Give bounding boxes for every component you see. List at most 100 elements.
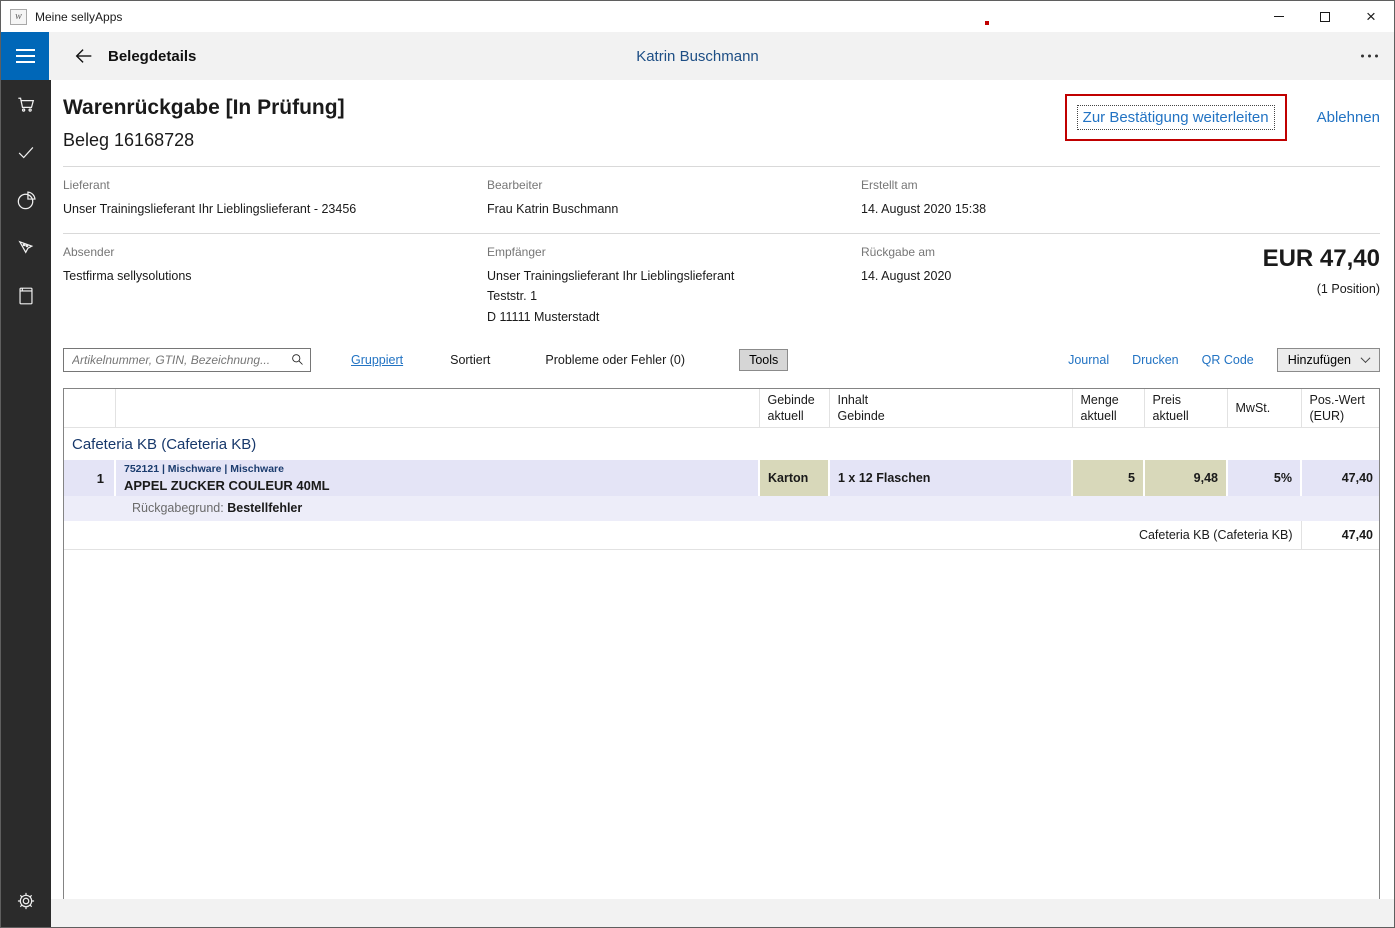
total-amount: EUR 47,40	[1263, 245, 1380, 273]
header-wert: Pos.-Wert (EUR)	[1301, 389, 1380, 428]
header-pos	[64, 389, 115, 428]
annotation-red-dot	[985, 21, 989, 25]
grouped-toggle[interactable]: Gruppiert	[351, 353, 403, 367]
back-button[interactable]	[73, 45, 95, 67]
sidebar-item-orders[interactable]	[1, 80, 51, 128]
document-info: Lieferant Unser Trainingslieferant Ihr L…	[63, 167, 1380, 341]
forward-for-confirmation-link[interactable]: Zur Bestätigung weiterleiten	[1077, 105, 1275, 130]
table-header-row: Gebinde aktuell Inhalt Gebinde Menge akt…	[64, 389, 1380, 428]
info-row-2: Absender Testfirma sellysolutions Empfän…	[63, 233, 1380, 341]
info-row-1: Lieferant Unser Trainingslieferant Ihr L…	[63, 167, 1380, 233]
field-value: Frau Katrin Buschmann	[487, 199, 861, 220]
close-icon: ×	[1366, 8, 1376, 25]
cell-gebinde[interactable]: Karton	[759, 460, 829, 496]
settings-button[interactable]	[1, 877, 51, 925]
header-gebinde: Gebinde aktuell	[759, 389, 829, 428]
header-menge: Menge aktuell	[1072, 389, 1144, 428]
main-content: Warenrückgabe [In Prüfung] Beleg 1616872…	[51, 80, 1394, 927]
document-header: Warenrückgabe [In Prüfung] Beleg 1616872…	[51, 80, 1394, 151]
annotation-red-box: Zur Bestätigung weiterleiten	[1065, 94, 1287, 141]
sidebar-item-confirmations[interactable]	[1, 128, 51, 176]
toolbar-right: Journal Drucken QR Code Hinzufügen	[1068, 348, 1380, 372]
field-label: Empfänger	[487, 245, 861, 259]
more-icon	[1361, 55, 1364, 58]
group-label: Cafeteria KB (Cafeteria KB)	[64, 428, 1380, 461]
header-preis: Preis aktuell	[1144, 389, 1227, 428]
field-value: 14. August 2020	[861, 266, 951, 287]
group-header-row: Cafeteria KB (Cafeteria KB)	[64, 428, 1380, 461]
info-row-2-right: Rückgabe am 14. August 2020 EUR 47,40 (1…	[861, 245, 1380, 328]
field-rueckgabe-am: Rückgabe am 14. August 2020	[861, 245, 951, 287]
summary-value: 47,40	[1301, 521, 1380, 550]
search-icon	[290, 352, 305, 367]
field-label: Lieferant	[63, 178, 487, 192]
add-dropdown-button[interactable]: Hinzufügen	[1277, 348, 1380, 372]
field-empfaenger: Empfänger Unser Trainingslieferant Ihr L…	[487, 245, 861, 328]
reason-value: Bestellfehler	[227, 501, 302, 515]
book-icon	[15, 285, 37, 307]
window-controls: ×	[1256, 1, 1394, 32]
tools-button[interactable]: Tools	[739, 349, 788, 371]
field-absender: Absender Testfirma sellysolutions	[63, 245, 487, 328]
cell-menge[interactable]: 5	[1072, 460, 1144, 496]
page-title: Belegdetails	[108, 48, 196, 65]
field-label: Rückgabe am	[861, 245, 951, 259]
document-total: EUR 47,40 (1 Position)	[1263, 245, 1380, 296]
field-lieferant: Lieferant Unser Trainingslieferant Ihr L…	[63, 178, 487, 220]
maximize-button[interactable]	[1302, 1, 1348, 32]
field-label: Bearbeiter	[487, 178, 861, 192]
positions-table: Gebinde aktuell Inhalt Gebinde Menge akt…	[64, 389, 1380, 551]
cell-preis[interactable]: 9,48	[1144, 460, 1227, 496]
header-article	[115, 389, 759, 428]
qr-code-link[interactable]: QR Code	[1202, 353, 1254, 367]
search-input[interactable]	[64, 353, 284, 367]
app-logo-icon: w	[10, 9, 27, 25]
hamburger-icon	[16, 49, 35, 51]
pie-chart-icon	[15, 189, 38, 212]
bottom-strip	[51, 899, 1394, 927]
search-button[interactable]	[284, 352, 310, 367]
total-positions: (1 Position)	[1263, 282, 1380, 296]
field-label: Erstellt am	[861, 178, 1380, 192]
sidebar-item-catalog[interactable]	[1, 272, 51, 320]
maximize-icon	[1320, 12, 1330, 22]
cell-position-number: 1	[64, 460, 115, 496]
close-button[interactable]: ×	[1348, 1, 1394, 32]
hamburger-menu-button[interactable]	[1, 32, 49, 80]
field-value: Unser Trainingslieferant Ihr Lieblingsli…	[63, 199, 487, 220]
journal-link[interactable]: Journal	[1068, 353, 1109, 367]
problems-filter[interactable]: Probleme oder Fehler (0)	[545, 353, 685, 367]
positions-table-container: Gebinde aktuell Inhalt Gebinde Menge akt…	[63, 388, 1380, 901]
check-icon	[15, 141, 37, 163]
article-meta: 752121 | Mischware | Mischware	[124, 463, 750, 476]
return-reason-row: Rückgabegrund: Bestellfehler	[64, 496, 1380, 521]
field-bearbeiter: Bearbeiter Frau Katrin Buschmann	[487, 178, 861, 220]
sidebar	[1, 80, 51, 927]
back-arrow-icon	[73, 45, 95, 67]
field-value: Unser Trainingslieferant Ihr Lieblingsli…	[487, 266, 861, 328]
more-menu-button[interactable]	[1361, 55, 1378, 58]
sidebar-item-offers[interactable]	[1, 224, 51, 272]
chevron-down-icon	[1361, 353, 1371, 363]
print-link[interactable]: Drucken	[1132, 353, 1179, 367]
cell-wert: 47,40	[1301, 460, 1380, 496]
user-name: Katrin Buschmann	[636, 48, 759, 65]
field-label: Absender	[63, 245, 487, 259]
reject-link[interactable]: Ablehnen	[1317, 109, 1380, 126]
add-label: Hinzufügen	[1288, 353, 1351, 367]
cell-mwst: 5%	[1227, 460, 1301, 496]
article-search-box	[63, 348, 311, 372]
summary-label: Cafeteria KB (Cafeteria KB)	[64, 521, 1301, 550]
minimize-button[interactable]	[1256, 1, 1302, 32]
header-inhalt: Inhalt Gebinde	[829, 389, 1072, 428]
header-mwst: MwSt.	[1227, 389, 1301, 428]
field-value: 14. August 2020 15:38	[861, 199, 1380, 220]
positions-toolbar: Gruppiert Sortiert Probleme oder Fehler …	[63, 347, 1380, 373]
field-erstellt-am: Erstellt am 14. August 2020 15:38	[861, 178, 1380, 220]
sorted-toggle[interactable]: Sortiert	[450, 353, 490, 367]
group-summary-row: Cafeteria KB (Cafeteria KB) 47,40	[64, 521, 1380, 550]
tag-icon	[15, 237, 38, 260]
table-row[interactable]: 1 752121 | Mischware | Mischware APPEL Z…	[64, 460, 1380, 496]
sidebar-item-statistics[interactable]	[1, 176, 51, 224]
minimize-icon	[1274, 16, 1284, 17]
